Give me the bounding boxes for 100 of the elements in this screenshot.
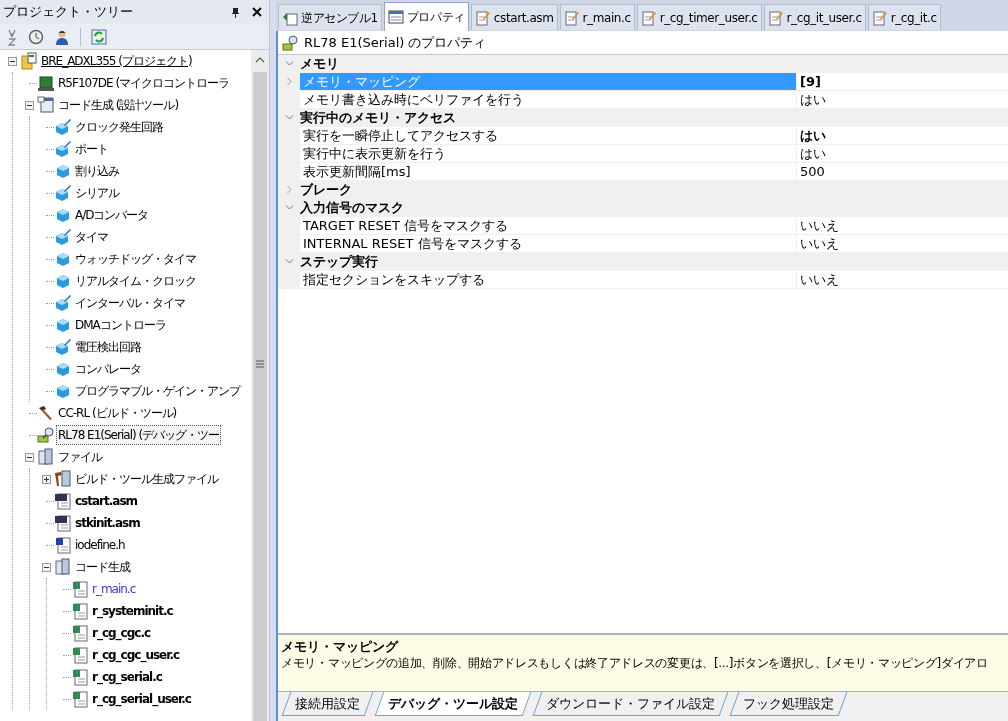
- scrollbar-thumb[interactable]: [253, 72, 267, 721]
- editor-tab[interactable]: cstart.asm: [470, 4, 558, 30]
- property-name[interactable]: 指定セクションをスキップする: [300, 271, 797, 288]
- c-file-icon: [71, 580, 89, 598]
- cube-icon: [54, 382, 72, 400]
- category-label: メモリ: [300, 54, 339, 73]
- description-title: メモリ・マッピング: [281, 639, 400, 655]
- tree-item[interactable]: CC-RL (ビルド・ツール): [57, 404, 178, 422]
- tree-item[interactable]: DMAコントローラ: [74, 316, 167, 334]
- scrollbar[interactable]: [251, 50, 269, 721]
- edit-file-icon: [871, 9, 888, 26]
- category-label: ブレーク: [300, 180, 352, 199]
- cube-pencil-icon: [54, 118, 72, 136]
- tree-item[interactable]: stkinit.asm: [74, 514, 141, 532]
- clock-icon[interactable]: [28, 28, 44, 45]
- collapse-icon[interactable]: [7, 56, 17, 66]
- settings-tab[interactable]: デバッグ・ツール設定: [374, 692, 532, 716]
- editor-tab[interactable]: r_main.c: [559, 4, 635, 30]
- panel-title: プロジェクト・ツリー: [3, 3, 134, 22]
- editor-tab[interactable]: r_cg_it_user.c: [763, 4, 866, 30]
- property-value: はい: [799, 90, 827, 109]
- tree-item[interactable]: コード生成 (設計ツール): [57, 96, 180, 114]
- tree-item[interactable]: r_cg_serial_user.c: [91, 690, 192, 708]
- tree-item[interactable]: タイマ: [74, 228, 109, 246]
- property-name[interactable]: INTERNAL RESET 信号をマスクする: [300, 235, 797, 252]
- c-file-icon: [71, 668, 89, 686]
- editor-tab[interactable]: r_cg_timer_user.c: [636, 4, 762, 30]
- collapse-icon[interactable]: [24, 100, 34, 110]
- property-value: いいえ: [799, 216, 840, 235]
- edit-file-icon: [563, 9, 580, 26]
- pin-icon[interactable]: [231, 6, 240, 18]
- tree-item[interactable]: RL78 E1(Serial) (デバッグ・ツー: [57, 426, 221, 444]
- folder-icon: [37, 448, 55, 466]
- settings-tab[interactable]: ダウンロード・ファイル設定: [532, 692, 729, 716]
- property-value: [9]: [799, 72, 822, 91]
- tree-item[interactable]: ビルド・ツール生成ファイル: [74, 470, 219, 488]
- tree-item[interactable]: クロック発生回路: [74, 118, 164, 136]
- tree-item[interactable]: cstart.asm: [74, 492, 139, 510]
- scroll-up-icon[interactable]: [255, 56, 265, 64]
- tree-item[interactable]: リアルタイム・クロック: [74, 272, 197, 290]
- c-file-icon: [71, 690, 89, 708]
- category-label: ステップ実行: [300, 252, 378, 271]
- c-file-icon: [71, 602, 89, 620]
- grip-icon: [255, 360, 265, 368]
- tree-item[interactable]: シリアル: [74, 184, 120, 202]
- cube-icon: [54, 162, 72, 180]
- asm-file-icon: [54, 514, 72, 532]
- property-name[interactable]: 実行中に表示更新を行う: [300, 145, 797, 162]
- cube-icon: [54, 250, 72, 268]
- tree-item[interactable]: r_main.c: [91, 580, 137, 598]
- cube-icon: [54, 206, 72, 224]
- expand-icon[interactable]: [41, 474, 51, 484]
- tree-item[interactable]: 割り込み: [74, 162, 120, 180]
- tree-item[interactable]: r_cg_cgc.c: [91, 624, 152, 642]
- tree-item[interactable]: ウォッチドッグ・タイマ: [74, 250, 197, 268]
- person-icon[interactable]: [54, 28, 70, 45]
- property-name[interactable]: メモリ書き込み時にベリファイを行う: [300, 91, 797, 108]
- c-file-icon: [71, 646, 89, 664]
- cube-icon: [54, 360, 72, 378]
- property-panel-title: RL78 E1(Serial) のプロパティ: [304, 33, 487, 52]
- edit-file-icon: [474, 9, 491, 26]
- tree-item[interactable]: コンパレータ: [74, 360, 142, 378]
- property-name[interactable]: TARGET RESET 信号をマスクする: [300, 217, 797, 234]
- tree-item[interactable]: プログラマブル・ゲイン・アンプ: [74, 382, 241, 400]
- cube-pencil-icon: [54, 184, 72, 202]
- cube-pencil-icon: [54, 228, 72, 246]
- tree-item[interactable]: R5F107DE (マイクロコントローラ: [57, 74, 231, 92]
- close-icon[interactable]: [252, 7, 262, 17]
- tree-item[interactable]: BRE_ADXL355 (プロジェクト): [40, 52, 193, 70]
- tree-item[interactable]: インターバル・タイマ: [74, 294, 186, 312]
- tree-item[interactable]: r_cg_cgc_user.c: [91, 646, 181, 664]
- sort-icon[interactable]: [6, 27, 18, 46]
- cube-pencil-icon: [54, 140, 72, 158]
- editor-tab[interactable]: r_cg_it.c: [867, 4, 941, 30]
- tree-item[interactable]: 電圧検出回路: [74, 338, 142, 356]
- project-icon: [20, 52, 38, 70]
- code-window-icon: [37, 96, 55, 114]
- property-name[interactable]: 実行を一瞬停止してアクセスする: [300, 127, 797, 144]
- property-value: はい: [799, 126, 827, 145]
- collapse-icon[interactable]: [24, 452, 34, 462]
- probe-icon: [282, 34, 298, 51]
- tree-item[interactable]: A/Dコンバータ: [74, 206, 150, 224]
- tree-item[interactable]: iodefine.h: [74, 536, 126, 554]
- settings-tab[interactable]: 接続用設定: [281, 692, 374, 716]
- editor-tab[interactable]: 逆アセンブル1: [278, 4, 382, 30]
- category-label: 入力信号のマスク: [300, 198, 404, 217]
- tree-item[interactable]: コード生成: [74, 558, 131, 576]
- tree-item[interactable]: ファイル: [57, 448, 103, 466]
- tree-item[interactable]: r_systeminit.c: [91, 602, 174, 620]
- property-value: いいえ: [799, 270, 840, 289]
- tree-item[interactable]: r_cg_serial.c: [91, 668, 163, 686]
- refresh-icon[interactable]: [91, 28, 107, 45]
- property-name[interactable]: 表示更新間隔[ms]: [300, 163, 797, 180]
- collapse-icon[interactable]: [41, 562, 51, 572]
- tree-item[interactable]: ポート: [74, 140, 109, 158]
- settings-tab[interactable]: フック処理設定: [729, 692, 848, 716]
- property-value: 500: [799, 162, 826, 181]
- editor-tab[interactable]: プロパティ: [383, 2, 469, 31]
- cube-pencil-icon: [54, 338, 72, 356]
- property-sheet-icon: [387, 9, 404, 25]
